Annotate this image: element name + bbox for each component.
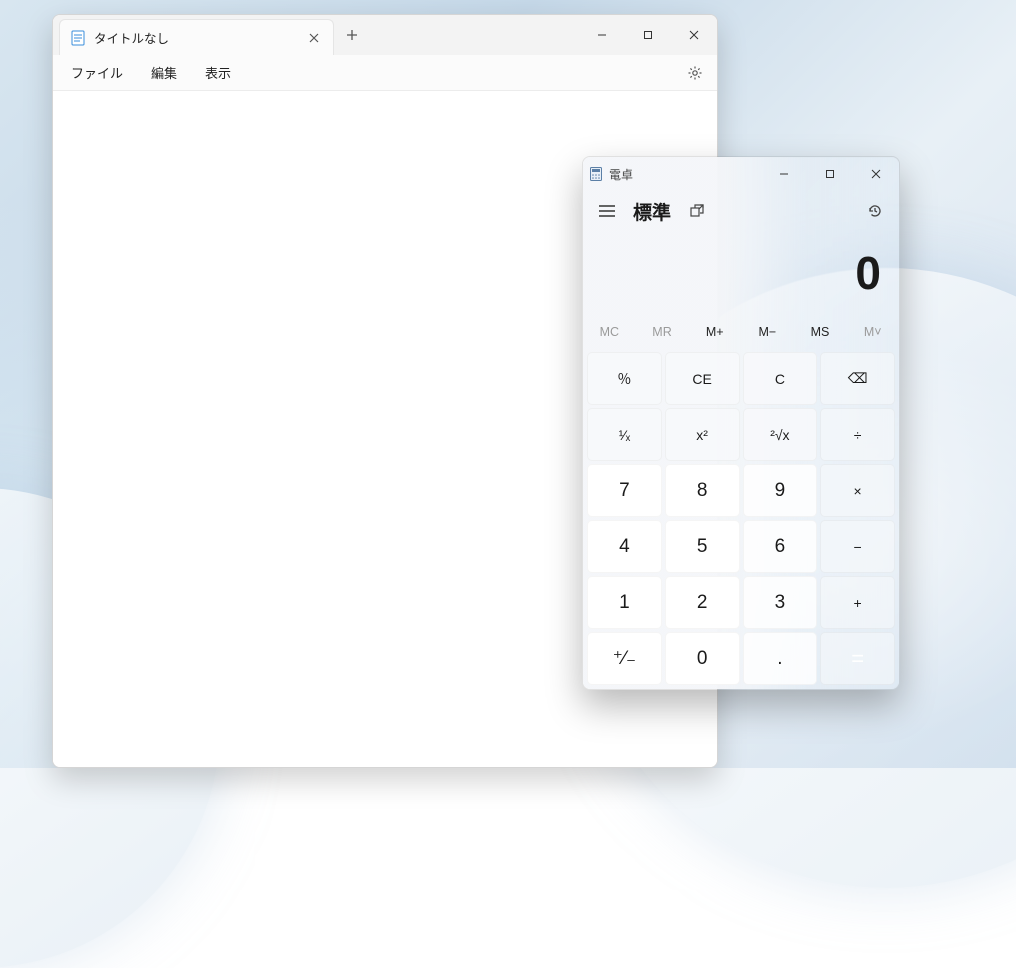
memory-list-button[interactable]: M˅ — [846, 325, 899, 339]
notepad-menu-file[interactable]: ファイル — [57, 57, 137, 88]
notepad-menu-edit[interactable]: 編集 — [137, 57, 191, 88]
notepad-tab-title: タイトルなし — [94, 28, 297, 47]
notepad-add-tab-button[interactable] — [334, 15, 370, 55]
calculator-window-title: 電卓 — [609, 166, 633, 183]
notepad-titlebar[interactable]: タイトルなし — [53, 15, 717, 55]
divide-key[interactable]: ÷ — [820, 408, 895, 461]
digit-8-key[interactable]: 8 — [665, 464, 740, 517]
notepad-menu-view[interactable]: 表示 — [191, 57, 245, 88]
notepad-settings-button[interactable] — [677, 59, 713, 87]
backspace-key[interactable]: ⌫ — [820, 352, 895, 405]
memory-recall-button[interactable]: MR — [636, 325, 689, 339]
digit-0-key[interactable]: 0 — [665, 632, 740, 685]
digit-3-key[interactable]: 3 — [743, 576, 818, 629]
digit-5-key[interactable]: 5 — [665, 520, 740, 573]
digit-4-key[interactable]: 4 — [587, 520, 662, 573]
calculator-memory-row: MC MR M+ M− MS M˅ — [583, 315, 899, 349]
calculator-icon — [583, 167, 609, 181]
digit-9-key[interactable]: 9 — [743, 464, 818, 517]
calculator-history-button[interactable] — [861, 197, 889, 225]
memory-clear-button[interactable]: MC — [583, 325, 636, 339]
negate-key[interactable]: ⁺⁄₋ — [587, 632, 662, 685]
calculator-titlebar[interactable]: 電卓 — [583, 157, 899, 191]
digit-7-key[interactable]: 7 — [587, 464, 662, 517]
percent-key[interactable]: ％ — [587, 352, 662, 405]
notepad-maximize-button[interactable] — [625, 15, 671, 55]
calculator-keypad: ％ CE C ⌫ ¹⁄ₓ x² ²√x ÷ 7 8 9 × 4 5 6 − 1 … — [583, 349, 899, 689]
digit-2-key[interactable]: 2 — [665, 576, 740, 629]
reciprocal-key[interactable]: ¹⁄ₓ — [587, 408, 662, 461]
notepad-menubar: ファイル 編集 表示 — [53, 55, 717, 91]
clear-key[interactable]: C — [743, 352, 818, 405]
equals-key[interactable]: = — [820, 632, 895, 685]
calculator-maximize-button[interactable] — [807, 157, 853, 191]
notepad-tab[interactable]: タイトルなし — [59, 19, 334, 55]
notepad-close-button[interactable] — [671, 15, 717, 55]
sqrt-key[interactable]: ²√x — [743, 408, 818, 461]
calculator-minimize-button[interactable] — [761, 157, 807, 191]
subtract-key[interactable]: − — [820, 520, 895, 573]
memory-store-button[interactable]: MS — [794, 325, 847, 339]
calculator-close-button[interactable] — [853, 157, 899, 191]
memory-subtract-button[interactable]: M− — [741, 325, 794, 339]
calculator-keep-on-top-button[interactable] — [683, 197, 711, 225]
digit-1-key[interactable]: 1 — [587, 576, 662, 629]
multiply-key[interactable]: × — [820, 464, 895, 517]
clear-entry-key[interactable]: CE — [665, 352, 740, 405]
calculator-nav-button[interactable] — [593, 197, 621, 225]
decimal-key[interactable]: . — [743, 632, 818, 685]
notepad-tab-close-icon[interactable] — [305, 31, 323, 45]
calculator-header: 標準 — [583, 191, 899, 231]
memory-add-button[interactable]: M+ — [688, 325, 741, 339]
digit-6-key[interactable]: 6 — [743, 520, 818, 573]
calculator-mode-label: 標準 — [633, 198, 671, 225]
calculator-window: 電卓 標準 0 MC MR M+ M− MS M˅ — [582, 156, 900, 690]
calculator-display: 0 — [583, 231, 899, 315]
add-key[interactable]: + — [820, 576, 895, 629]
notepad-icon — [70, 30, 86, 46]
calculator-display-value: 0 — [855, 246, 881, 300]
notepad-minimize-button[interactable] — [579, 15, 625, 55]
square-key[interactable]: x² — [665, 408, 740, 461]
